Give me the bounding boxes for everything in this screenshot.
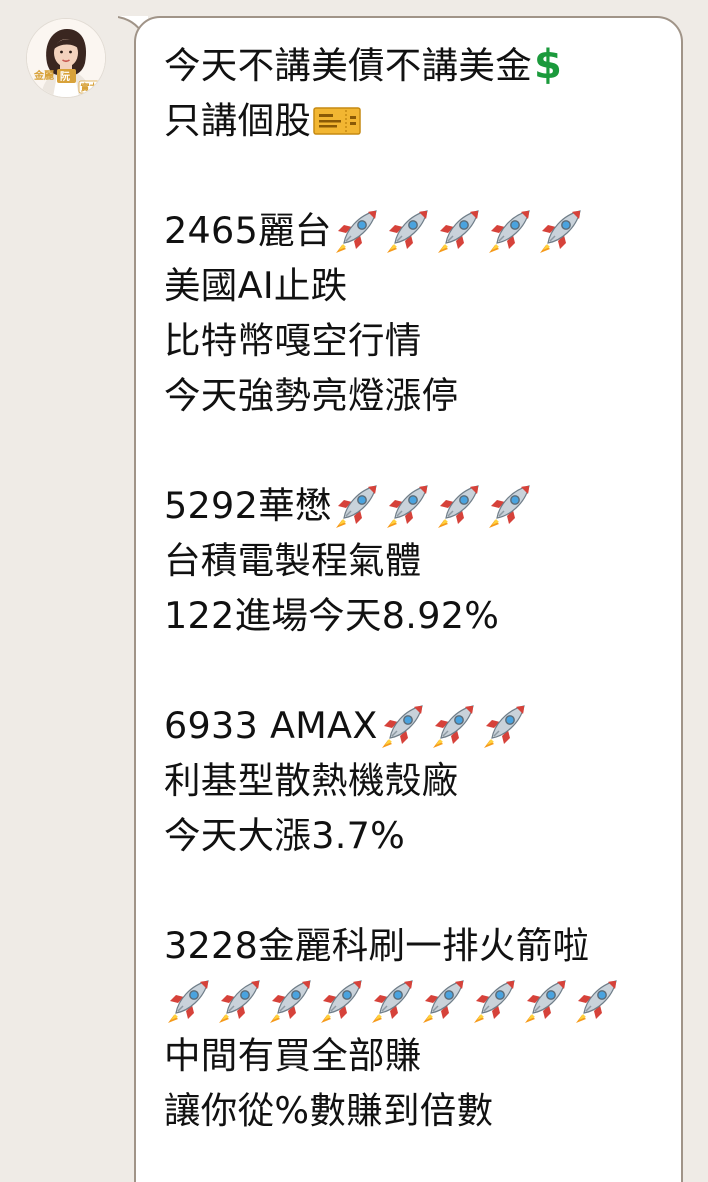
message-line: 台積電製程氣體: [164, 533, 664, 588]
rocket-icon: [386, 209, 428, 253]
rocket-icon: [483, 704, 525, 748]
rocket-icon: [381, 704, 423, 748]
rocket-row: [332, 482, 536, 530]
avatar-label-line1: 金麗: [33, 69, 54, 82]
message-line: 122進場今天8.92%: [164, 588, 664, 643]
avatar-portrait: 金麗 阮 實力: [27, 19, 105, 97]
intro-line-1: 今天不講美債不講美金: [164, 44, 532, 87]
rocket-icon: [488, 209, 530, 253]
avatar-label-line2: 實力: [81, 82, 99, 94]
rocket-icon: [423, 979, 464, 1023]
message-line: 讓你從%數賺到倍數: [164, 1083, 664, 1138]
stock-note: 台積電製程氣體: [164, 539, 422, 582]
rocket-icon: [335, 484, 377, 528]
ticket-icon: [313, 106, 361, 135]
message-line: 5292華懋: [164, 478, 664, 533]
message-line: 3228金麗科刷一排火箭啦: [164, 918, 664, 973]
rocket-icon: [168, 979, 209, 1023]
rocket-icon: [321, 979, 362, 1023]
avatar-label-badge: 阮: [60, 71, 70, 83]
stock-title-3228: 3228金麗科刷一排火箭啦: [164, 924, 590, 967]
rocket-row: [332, 207, 587, 255]
message-line: 利基型散熱機殼廠: [164, 753, 664, 808]
rocket-icon: [432, 704, 474, 748]
rocket-icon: [474, 979, 515, 1023]
rocket-icon: [386, 484, 428, 528]
message-line: 美國AI止跌: [164, 258, 664, 313]
stock-note: 比特幣嘎空行情: [164, 319, 422, 362]
stock-note: 中間有買全部賺: [164, 1034, 422, 1077]
stock-title-2465: 2465麗台: [164, 209, 332, 252]
avatar[interactable]: 金麗 阮 實力: [26, 18, 106, 98]
rocket-row: [378, 702, 531, 750]
rocket-icon: [437, 209, 479, 253]
message-line: 中間有買全部賺: [164, 1028, 664, 1083]
heavy-dollar-sign-icon: $: [534, 42, 563, 88]
rocket-icon: [437, 484, 479, 528]
stock-note: 今天大漲3.7%: [164, 814, 406, 857]
message-text: 今天不講美債不講美金 $ 只講個股 2465麗台 美國AI止跌 比特幣嘎空行情 …: [164, 38, 664, 1138]
rocket-icon: [270, 979, 311, 1023]
message-line: 6933 AMAX: [164, 698, 664, 753]
message-line: 今天大漲3.7%: [164, 808, 664, 863]
rocket-icon: [335, 209, 377, 253]
rocket-icon: [576, 979, 617, 1023]
chat-area: 金麗 阮 實力 今天不講美債不講美金 $ 只講個股 2465麗台 美國AI止跌 …: [0, 0, 708, 1182]
message-line: 只講個股: [164, 93, 664, 148]
message-line: 比特幣嘎空行情: [164, 313, 664, 368]
message-line: 今天強勢亮燈漲停: [164, 368, 664, 423]
stock-title-6933: 6933 AMAX: [164, 704, 378, 747]
rocket-icon: [219, 979, 260, 1023]
rocket-icon: [539, 209, 581, 253]
message-line: [164, 973, 664, 1028]
stock-note: 美國AI止跌: [164, 264, 348, 307]
message-line: 今天不講美債不講美金 $: [164, 38, 664, 93]
stock-note: 今天強勢亮燈漲停: [164, 374, 459, 417]
rocket-icon: [488, 484, 530, 528]
stock-note: 122進場今天8.92%: [164, 594, 500, 637]
rocket-icon: [525, 979, 566, 1023]
stock-note: 讓你從%數賺到倍數: [164, 1089, 494, 1132]
intro-line-2: 只講個股: [164, 99, 312, 142]
rocket-icon: [372, 979, 413, 1023]
stock-note: 利基型散熱機殼廠: [164, 759, 459, 802]
stock-title-5292: 5292華懋: [164, 484, 332, 527]
rocket-row: [164, 977, 623, 1025]
message-line: 2465麗台: [164, 203, 664, 258]
